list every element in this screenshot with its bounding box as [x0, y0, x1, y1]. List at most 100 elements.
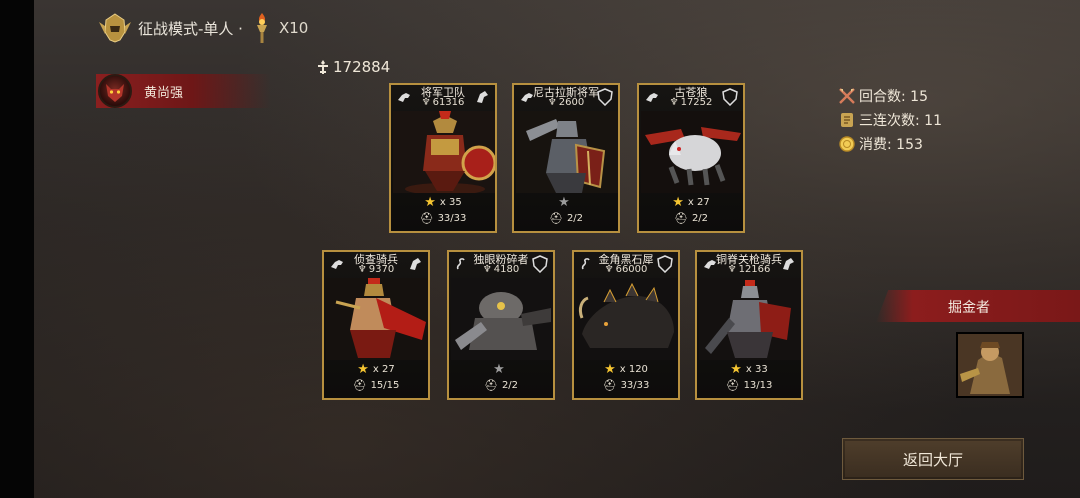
unit-card-golden-horn-rhino[interactable]: 金角黑石犀 ♆ 66000 ★ x 120 ⛑ 33/33 — [572, 250, 680, 400]
star-icon: ★ — [672, 194, 684, 210]
stat-cost: 消费: 153 — [838, 132, 942, 156]
enemy-name: 掘金者 — [948, 300, 990, 316]
helmet-icon: ⛑ — [352, 378, 367, 392]
armored-knight-art — [516, 111, 618, 193]
card-troops: ⛑ 33/33 — [574, 378, 678, 392]
return-lobby-button[interactable]: 返回大厅 — [842, 438, 1024, 480]
card-stars: ★ x 35 — [391, 194, 495, 210]
mode-label: 征战模式-单人 · — [138, 19, 243, 38]
card-power: ♆ 61316 — [391, 97, 495, 108]
stat-rounds: 回合数: 15 — [838, 84, 942, 108]
gold-digger-avatar-icon[interactable] — [956, 332, 1024, 398]
troop-count: 15/15 — [370, 379, 400, 391]
star-icon: ★ — [357, 361, 369, 377]
card-power-value: 66000 — [615, 264, 648, 275]
unit-card-ancient-wolf[interactable]: 古苍狼 ♆ 17252 ★ x 27 ⛑ 2/2 — [637, 83, 745, 233]
card-stars: ★ x 120 — [574, 361, 678, 377]
card-power-value: 4180 — [493, 264, 520, 275]
troop-count: 2/2 — [566, 212, 584, 224]
star-icon: ★ — [604, 361, 616, 377]
cyclops-art — [451, 278, 553, 360]
helmet-icon: ⛑ — [602, 378, 617, 392]
star-count: x 35 — [439, 196, 462, 208]
star-count: x 27 — [372, 363, 395, 375]
roman-scout-art — [326, 278, 428, 360]
left-black-bar — [0, 0, 34, 498]
player-name: 黄尚强 — [144, 85, 184, 101]
total-power: 172884 — [316, 58, 390, 76]
unit-card-bronze-lancer[interactable]: 铜脊关枪骑兵 ♆ 12166 ★ x 33 ⛑ 13/13 — [695, 250, 803, 400]
gold-coin-icon — [839, 136, 855, 152]
card-stars: ★ x 27 — [324, 361, 428, 377]
rock-rhino-art — [576, 278, 678, 360]
troop-count: 33/33 — [437, 212, 467, 224]
return-lobby-label: 返回大厅 — [902, 450, 963, 469]
star-icon: ★ — [424, 194, 436, 210]
stat-triple-combo-text: 三连次数: 11 — [859, 113, 942, 129]
battle-stats: 回合数: 15 三连次数: 11 消费: 153 — [838, 84, 942, 156]
player-banner[interactable]: 黄尚强 — [96, 74, 271, 108]
card-power: ♆ 17252 — [639, 97, 743, 108]
stat-cost-text: 消费: 153 — [859, 137, 923, 153]
card-troops: ⛑ 2/2 — [639, 211, 743, 225]
troop-count: 13/13 — [743, 379, 773, 391]
card-stars: ★ x 33 — [697, 361, 801, 377]
card-power-value: 12166 — [738, 264, 771, 275]
enemy-banner: 掘金者 — [876, 290, 1080, 322]
golden-helmet-icon — [99, 13, 131, 43]
card-troops: ⛑ 33/33 — [391, 211, 495, 225]
helmet-icon: ⛑ — [725, 378, 740, 392]
demon-avatar-icon — [98, 74, 132, 108]
card-troops: ⛑ 13/13 — [697, 378, 801, 392]
star-icon: ★ — [493, 361, 505, 377]
power-icon: ♆ — [357, 264, 367, 275]
multiplier-label: X10 — [278, 19, 309, 37]
star-count: x 27 — [687, 196, 710, 208]
unit-card-general-guard[interactable]: 将军卫队 ♆ 61316 ★ x 35 ⛑ 33/33 — [389, 83, 497, 233]
total-power-value: 172884 — [333, 58, 391, 76]
star-icon: ★ — [730, 361, 742, 377]
card-power-value: 9370 — [368, 264, 395, 275]
helmet-icon: ⛑ — [548, 211, 563, 225]
power-icon — [318, 60, 328, 74]
star-icon: ★ — [558, 194, 570, 210]
power-icon: ♆ — [669, 97, 679, 108]
card-power-value: 17252 — [680, 97, 713, 108]
crossed-swords-icon — [839, 88, 855, 104]
card-troops: ⛑ 2/2 — [449, 378, 553, 392]
troop-count: 2/2 — [691, 212, 709, 224]
card-power: ♆ 66000 — [574, 264, 678, 275]
card-troops: ⛑ 15/15 — [324, 378, 428, 392]
card-stars: ★ x 27 — [639, 194, 743, 210]
star-count: x 120 — [619, 363, 648, 375]
card-power: ♆ 2600 — [514, 97, 618, 108]
card-stars: ★ — [449, 361, 553, 377]
power-icon: ♆ — [547, 97, 557, 108]
power-icon: ♆ — [482, 264, 492, 275]
star-count: x 33 — [745, 363, 768, 375]
helmet-icon: ⛑ — [483, 378, 498, 392]
card-troops: ⛑ 2/2 — [514, 211, 618, 225]
card-power: ♆ 12166 — [697, 264, 801, 275]
card-power-value: 61316 — [432, 97, 465, 108]
card-power-value: 2600 — [558, 97, 585, 108]
unit-card-cyclops-crusher[interactable]: 独眼粉碎者 ♆ 4180 ★ ⛑ 2/2 — [447, 250, 555, 400]
power-icon: ♆ — [727, 264, 737, 275]
card-power: ♆ 4180 — [449, 264, 553, 275]
helmet-icon: ⛑ — [419, 211, 434, 225]
unit-card-general-nicholas[interactable]: 尼古拉斯将军 ♆ 2600 ★ ⛑ 2/2 — [512, 83, 620, 233]
power-icon: ♆ — [604, 264, 614, 275]
unit-card-scout-cavalry[interactable]: 侦查骑兵 ♆ 9370 ★ x 27 ⛑ 15/15 — [322, 250, 430, 400]
torch-icon — [256, 13, 267, 43]
helmet-icon: ⛑ — [673, 211, 688, 225]
power-icon: ♆ — [421, 97, 431, 108]
mode-header: 征战模式-单人 · X10 — [98, 12, 308, 44]
white-wolf-art — [641, 111, 743, 193]
stat-triple-combo: 三连次数: 11 — [838, 108, 942, 132]
card-stars: ★ — [514, 194, 618, 210]
spartan-warrior-art — [393, 111, 495, 193]
lancer-art — [699, 278, 801, 360]
scroll-icon — [841, 113, 853, 127]
stat-rounds-text: 回合数: 15 — [859, 89, 928, 105]
troop-count: 33/33 — [620, 379, 650, 391]
